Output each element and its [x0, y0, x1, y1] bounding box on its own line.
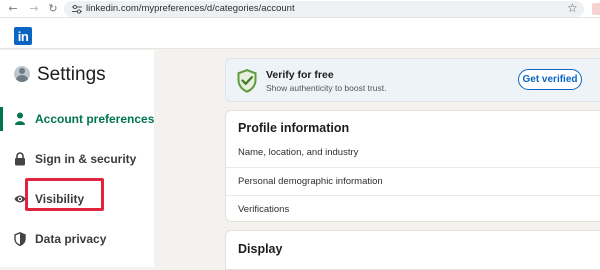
pref-row-verifications[interactable]: Verifications: [226, 195, 600, 223]
section-heading: Profile information: [238, 121, 350, 135]
avatar[interactable]: [14, 66, 30, 82]
tune-icon[interactable]: [72, 4, 82, 14]
logo-text: in: [17, 29, 29, 44]
sidebar-item-data-privacy[interactable]: Data privacy: [0, 227, 154, 251]
verify-subtitle: Show authenticity to boost trust.: [266, 83, 387, 93]
display-card: Display: [225, 230, 600, 270]
browser-toolbar: ← → ↻ linkedin.com/mypreferences/d/categ…: [0, 0, 600, 18]
verify-banner: Verify for free Show authenticity to boo…: [225, 58, 600, 102]
section-heading: Display: [238, 242, 283, 256]
pref-row-label: Name, location, and industry: [238, 147, 359, 158]
profile-information-card: Profile information Name, location, and …: [225, 110, 600, 222]
sidebar-item-label: Data privacy: [35, 232, 107, 246]
arrow-right-icon[interactable]: →: [27, 2, 41, 16]
linkedin-logo[interactable]: in: [14, 27, 32, 45]
arrow-left-icon[interactable]: ←: [6, 2, 20, 16]
sidebar-item-sign-in-security[interactable]: Sign in & security: [0, 147, 154, 171]
sidebar-item-visibility[interactable]: Visibility: [0, 187, 154, 211]
verified-shield-icon: [237, 69, 257, 93]
active-indicator: [0, 107, 3, 131]
sidebar-item-label: Visibility: [35, 192, 85, 206]
star-icon[interactable]: ☆: [567, 1, 578, 16]
address-bar[interactable]: linkedin.com/mypreferences/d/categories/…: [64, 1, 584, 17]
verify-title: Verify for free: [266, 69, 334, 81]
pref-row-demographic[interactable]: Personal demographic information: [226, 167, 600, 195]
get-verified-button[interactable]: Get verified: [518, 69, 582, 90]
page-title: Settings: [37, 64, 106, 85]
app-header: in: [0, 18, 600, 49]
person-icon: [15, 112, 25, 125]
pref-row-label: Personal demographic information: [238, 176, 383, 187]
shield-half-icon: [14, 232, 26, 246]
pref-row-label: Verifications: [238, 204, 290, 215]
lock-icon: [15, 152, 25, 166]
sidebar-item-account-preferences[interactable]: Account preferences: [0, 107, 154, 131]
url-text: linkedin.com/mypreferences/d/categories/…: [86, 3, 295, 14]
extension-icon[interactable]: [592, 3, 600, 15]
reload-icon[interactable]: ↻: [46, 2, 60, 16]
sidebar-item-label: Sign in & security: [35, 152, 137, 166]
pref-row-name-location-industry[interactable]: Name, location, and industry: [226, 139, 600, 167]
eye-icon: [14, 195, 26, 203]
sidebar-item-label: Account preferences: [35, 112, 155, 126]
